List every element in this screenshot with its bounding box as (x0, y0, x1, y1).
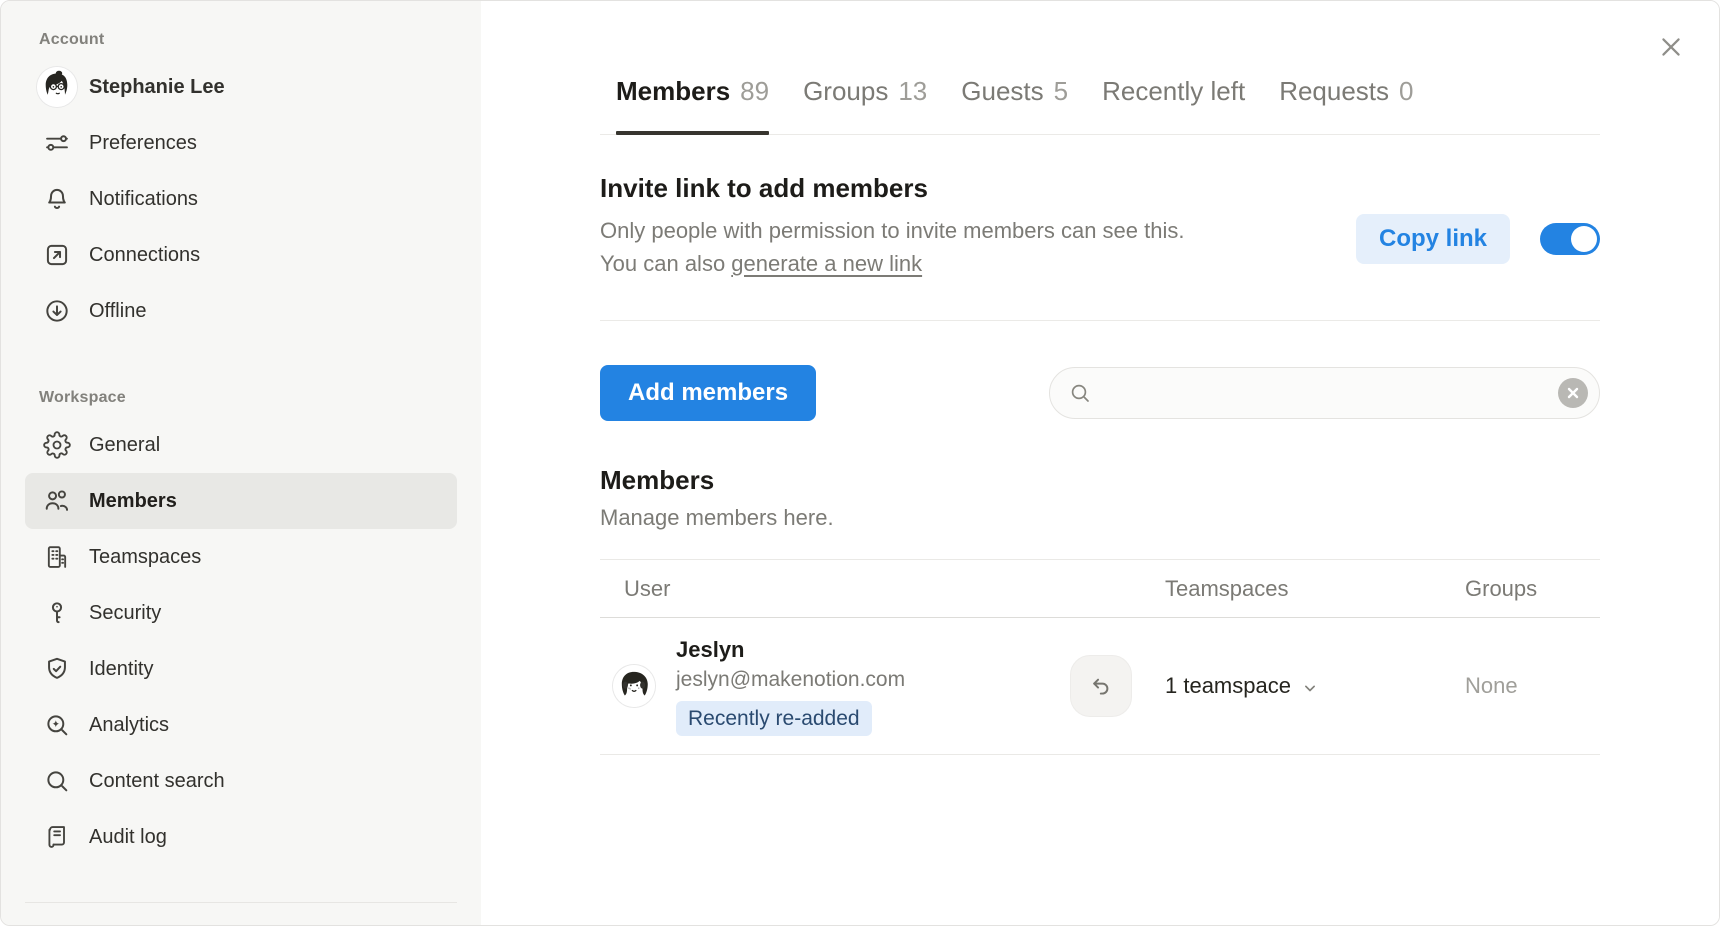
sidebar-item-general[interactable]: General (25, 417, 457, 473)
sidebar-item-label: Offline (89, 300, 146, 323)
tab-groups[interactable]: Groups13 (803, 73, 927, 134)
clear-x-icon (1565, 385, 1581, 401)
sidebar-bottom-divider (25, 902, 457, 903)
undo-button[interactable] (1070, 655, 1132, 717)
account-section: Account (1, 29, 481, 339)
close-icon (1657, 33, 1685, 61)
workspace-section-title: Workspace (1, 387, 481, 417)
tab-count: 5 (1054, 76, 1068, 106)
sidebar-item-teamspaces[interactable]: Teamspaces (25, 529, 457, 585)
members-table: User Teamspaces Groups (600, 559, 1600, 755)
table-header-row: User Teamspaces Groups (600, 560, 1600, 618)
settings-modal: Account (0, 0, 1720, 926)
sidebar-item-label: Connections (89, 244, 200, 267)
member-search (1049, 367, 1600, 419)
column-header-teamspaces: Teamspaces (1165, 576, 1465, 602)
sliders-icon (35, 121, 79, 165)
tab-recently-left[interactable]: Recently left (1102, 73, 1245, 134)
undo-icon (1088, 673, 1114, 699)
invite-link-title: Invite link to add members (600, 173, 1200, 204)
search-clear-button[interactable] (1558, 378, 1588, 408)
sidebar-item-label: Content search (89, 770, 225, 793)
column-header-user: User (600, 576, 1070, 602)
sidebar-item-label: Stephanie Lee (89, 76, 225, 99)
people-icon (35, 479, 79, 523)
add-members-button[interactable]: Add members (600, 365, 816, 421)
members-section-subtitle: Manage members here. (600, 505, 1600, 531)
sidebar-item-label: Notifications (89, 188, 198, 211)
tab-guests[interactable]: Guests5 (961, 73, 1068, 134)
section-divider (600, 320, 1600, 321)
sidebar-item-label: Security (89, 602, 161, 625)
table-row: Jeslyn jeslyn@makenotion.com Recently re… (600, 618, 1600, 755)
sidebar-item-notifications[interactable]: Notifications (25, 171, 457, 227)
building-icon (35, 535, 79, 579)
sidebar-item-members[interactable]: Members (25, 473, 457, 529)
chevron-down-icon (1300, 678, 1320, 698)
magnifier-sparkle-icon (35, 703, 79, 747)
avatar (612, 664, 656, 708)
search-icon (1068, 381, 1092, 405)
user-avatar (35, 65, 79, 109)
shield-check-icon (35, 647, 79, 691)
user-info: Jeslyn jeslyn@makenotion.com Recently re… (676, 636, 905, 736)
tab-count: 89 (740, 76, 769, 106)
sidebar-item-account-profile[interactable]: Stephanie Lee (25, 59, 457, 115)
sidebar-item-content-search[interactable]: Content search (25, 753, 457, 809)
tab-requests[interactable]: Requests0 (1279, 73, 1413, 134)
user-cell: Jeslyn jeslyn@makenotion.com Recently re… (600, 636, 1070, 736)
arrow-down-circle-icon (35, 289, 79, 333)
sidebar-item-label: General (89, 434, 160, 457)
settings-sidebar: Account (1, 1, 481, 925)
tab-members[interactable]: Members89 (616, 73, 769, 134)
invite-link-toggle[interactable] (1540, 223, 1600, 255)
invite-link-description: Only people with permission to invite me… (600, 214, 1200, 280)
sidebar-item-label: Identity (89, 658, 153, 681)
sidebar-item-analytics[interactable]: Analytics (25, 697, 457, 753)
toggle-knob (1571, 226, 1597, 252)
invite-link-controls: Copy link (1356, 197, 1600, 280)
sidebar-item-label: Preferences (89, 132, 197, 155)
sidebar-item-identity[interactable]: Identity (25, 641, 457, 697)
tab-count: 0 (1399, 76, 1413, 106)
members-tab-bar: Members89 Groups13 Guests5 Recently left… (600, 73, 1600, 135)
sidebar-item-offline[interactable]: Offline (25, 283, 457, 339)
groups-value: None (1465, 673, 1600, 699)
copy-link-button[interactable]: Copy link (1356, 214, 1510, 264)
user-email: jeslyn@makenotion.com (676, 667, 905, 693)
key-icon (35, 591, 79, 635)
sidebar-item-label: Members (89, 490, 177, 513)
scroll-icon (35, 815, 79, 859)
members-actions-row: Add members (600, 365, 1600, 421)
sidebar-item-label: Analytics (89, 714, 169, 737)
sidebar-item-audit-log[interactable]: Audit log (25, 809, 457, 865)
teamspaces-dropdown[interactable]: 1 teamspace (1165, 673, 1465, 699)
generate-new-link[interactable]: generate a new link (731, 251, 922, 276)
status-badge: Recently re-added (676, 701, 872, 736)
sidebar-item-connections[interactable]: Connections (25, 227, 457, 283)
invite-link-section: Invite link to add members Only people w… (600, 173, 1600, 280)
sidebar-item-label: Teamspaces (89, 546, 201, 569)
teamspaces-value: 1 teamspace (1165, 673, 1291, 699)
column-header-groups: Groups (1465, 576, 1600, 602)
arrow-up-right-square-icon (35, 233, 79, 277)
sidebar-item-preferences[interactable]: Preferences (25, 115, 457, 171)
sidebar-item-security[interactable]: Security (25, 585, 457, 641)
members-section-title: Members (600, 465, 1600, 496)
account-section-title: Account (1, 29, 481, 59)
sidebar-item-label: Audit log (89, 826, 167, 849)
magnifier-icon (35, 759, 79, 803)
user-name: Jeslyn (676, 636, 905, 664)
bell-icon (35, 177, 79, 221)
invite-link-text-block: Invite link to add members Only people w… (600, 173, 1200, 280)
search-input[interactable] (1102, 380, 1548, 406)
gear-icon (35, 423, 79, 467)
tab-count: 13 (898, 76, 927, 106)
close-button[interactable] (1653, 29, 1689, 65)
undo-cell (1070, 655, 1165, 717)
members-settings-panel: Members89 Groups13 Guests5 Recently left… (481, 1, 1719, 925)
workspace-section: Workspace General (1, 387, 481, 865)
